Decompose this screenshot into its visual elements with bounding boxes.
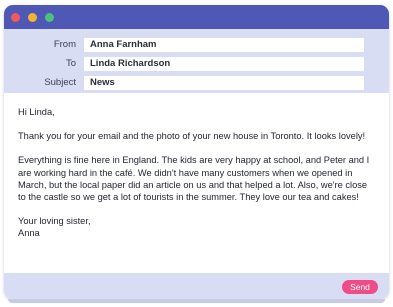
from-row: From Anna Farnham xyxy=(4,38,389,52)
close-icon[interactable] xyxy=(11,13,20,22)
minimize-icon[interactable] xyxy=(28,13,37,22)
send-button[interactable]: Send xyxy=(342,280,378,294)
subject-label: Subject xyxy=(44,77,76,88)
message-closing: Your loving sister, xyxy=(18,216,91,227)
message-greeting: Hi Linda, xyxy=(18,107,55,117)
title-bar xyxy=(4,5,389,29)
from-label: From xyxy=(53,39,76,50)
subject-row: Subject News xyxy=(4,76,389,90)
window-shadow xyxy=(8,299,385,303)
subject-field[interactable]: News xyxy=(84,76,364,90)
email-footer xyxy=(4,273,389,299)
email-header: From Anna Farnham To Linda Richardson Su… xyxy=(4,29,389,93)
email-window: From Anna Farnham To Linda Richardson Su… xyxy=(4,5,389,299)
message-signoff: Your loving sister, Anna xyxy=(18,215,375,239)
from-field[interactable]: Anna Farnham xyxy=(84,38,364,52)
maximize-icon[interactable] xyxy=(45,13,54,22)
message-body[interactable]: Hi Linda, Thank you for your email and t… xyxy=(4,93,389,273)
message-paragraph: Everything is fine here in England. The … xyxy=(18,155,370,203)
to-label: To xyxy=(65,58,76,69)
to-row: To Linda Richardson xyxy=(4,57,389,71)
message-signature: Anna xyxy=(18,228,40,239)
to-field[interactable]: Linda Richardson xyxy=(84,57,364,71)
message-paragraph: Thank you for your email and the photo o… xyxy=(18,131,366,142)
